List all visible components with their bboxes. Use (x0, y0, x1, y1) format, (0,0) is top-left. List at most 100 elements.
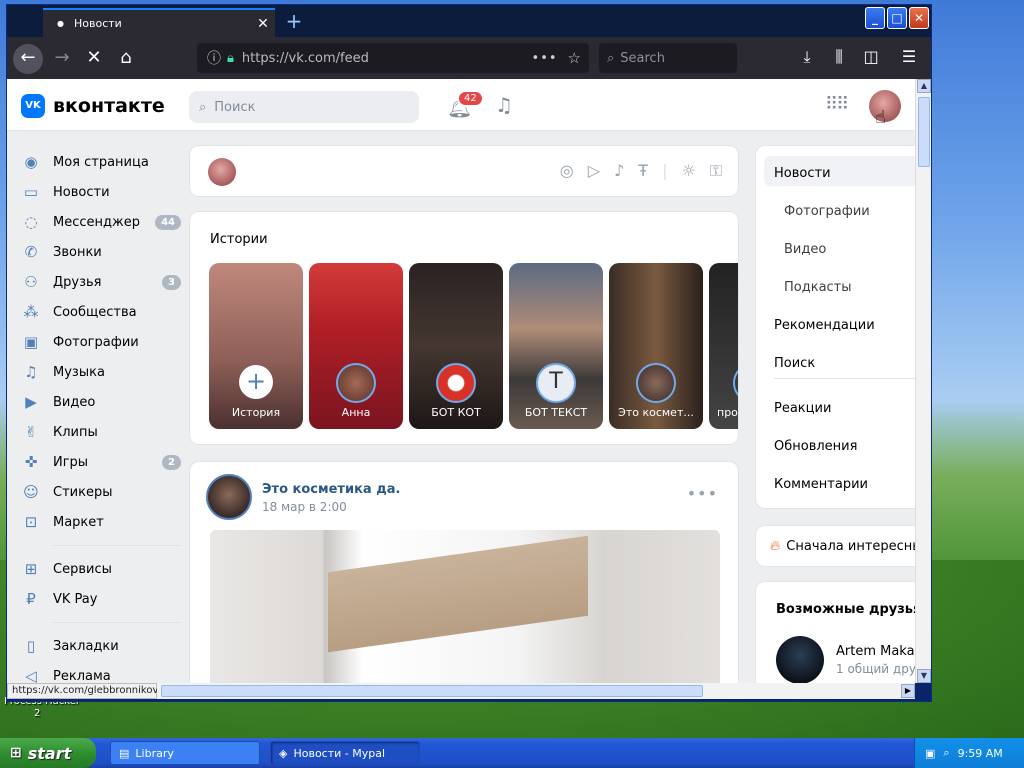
scroll-up-icon[interactable]: ▲ (917, 79, 931, 93)
sidebar-item[interactable]: ✌ Клипы (21, 417, 181, 447)
info-icon[interactable]: ⓘ (207, 48, 221, 68)
story-item[interactable]: БОТ КОТ (409, 263, 503, 429)
apps-grid-icon[interactable]: ⠿⠿ (825, 94, 849, 115)
story-item[interactable]: про (709, 263, 738, 429)
library-icon[interactable]: ⫼ (827, 47, 851, 67)
friend-mutual: 1 общий друг (836, 662, 915, 676)
sidebar-item[interactable]: ▯ Закладки (21, 631, 181, 661)
tray-search-icon[interactable]: ⌕ (943, 746, 949, 760)
feed-nav-item[interactable]: Комментарии (774, 477, 868, 492)
bookmark-star-icon[interactable]: ☆ (568, 49, 581, 67)
idea-icon[interactable]: ☼ (681, 161, 695, 181)
vk-logo[interactable]: VK вконтакте (21, 94, 165, 118)
sidebar-item[interactable]: ◌ Мессенджер 44 (21, 207, 181, 237)
vkpay-icon: ₽ (26, 590, 36, 608)
lock-icon[interactable]: ⚿ (710, 161, 722, 181)
browser-search-input[interactable]: ⌕ Search (599, 43, 737, 73)
feed-nav-item[interactable]: Обновления (774, 439, 857, 454)
sidebar-item[interactable]: ⁂ Сообщества (21, 297, 181, 327)
minimize-button[interactable]: _ (865, 7, 885, 29)
feed-nav-item[interactable]: Фотографии (784, 204, 870, 219)
music-icon[interactable]: ♪ (614, 161, 624, 181)
post-author[interactable]: Это косметика да. (262, 482, 400, 497)
sidebar-item[interactable]: ◉ Моя страница (21, 147, 181, 177)
scroll-down-icon[interactable]: ▼ (917, 669, 931, 683)
composer-avatar (208, 158, 236, 186)
message-icon: ◌ (24, 213, 38, 231)
sidebar-item[interactable]: ⚇ Друзья 3 (21, 267, 181, 297)
composer-icons: ◎ ▷ ♪ Ŧ | ☼ ⚿ (560, 161, 722, 181)
tray-app-icon[interactable]: ▣ (925, 747, 935, 760)
mypal-app-icon: ◈ (279, 746, 288, 760)
sidebar-item[interactable]: ₽ VK Pay (21, 584, 181, 614)
sidebar-item[interactable]: ✜ Игры 2 (21, 447, 181, 477)
story-item[interactable]: T БОТ ТЕКСТ (509, 263, 603, 429)
status-url: https://vk.com/glebbronnikov (7, 683, 158, 699)
feed-nav-item[interactable]: Поиск (774, 356, 815, 371)
sidebar-item[interactable]: ◁ Реклама (21, 661, 181, 683)
home-button[interactable]: ⌂ (111, 44, 141, 74)
close-window-button[interactable]: ✕ (909, 7, 929, 29)
story-item[interactable]: Это космет... (609, 263, 703, 429)
vk-search-input[interactable]: ⌕ Поиск (189, 91, 419, 123)
vertical-scrollbar[interactable]: ▲ ▼ (915, 79, 931, 683)
feed-post: Это косметика да. 18 мар в 2:00 ••• (189, 461, 739, 683)
text-icon[interactable]: Ŧ (638, 161, 648, 181)
menu-icon[interactable]: ☰ (897, 47, 921, 66)
feed-nav-item[interactable]: Рекомендации (774, 318, 875, 333)
sidebar-item[interactable]: ▭ Новости (21, 177, 181, 207)
post-author-avatar[interactable] (206, 474, 252, 520)
sidebar-item[interactable]: ♫ Музыка (21, 357, 181, 387)
horizontal-scrollbar[interactable]: ▶ (157, 683, 915, 699)
feed-nav-item[interactable]: Видео (784, 242, 826, 257)
task-library[interactable]: ▤ Library (110, 741, 260, 765)
sidebar-item-label: Маркет (53, 514, 104, 530)
forward-button[interactable]: → (47, 44, 77, 74)
left-sidebar: ◉ Моя страница ▭ Новости ◌ Мессенджер 44 ✆ Звонк… (21, 147, 181, 683)
stop-button[interactable]: ✕ (79, 44, 109, 74)
sidebar-item[interactable]: ▣ Фотографии (21, 327, 181, 357)
start-button[interactable]: ⊞ start (0, 738, 96, 768)
friend-name[interactable]: Artem Makare (836, 644, 915, 659)
post-menu-icon[interactable]: ••• (687, 484, 718, 503)
camera-icon[interactable]: ◎ (560, 161, 574, 181)
feed-nav-item[interactable]: Подкасты (784, 280, 852, 295)
sidebar-item[interactable]: ▶ Видео (21, 387, 181, 417)
tab-news[interactable]: ● Новости ✕ (43, 8, 275, 37)
sidebar-item[interactable]: ☺ Стикеры (21, 477, 181, 507)
possible-friends-heading: Возможные друзья (776, 602, 915, 617)
friend-avatar[interactable] (776, 636, 824, 683)
lock-icon[interactable]: 🔒︎ (227, 51, 234, 66)
task-mypal[interactable]: ◈ Новости - Mypal (270, 741, 420, 765)
story-avatar (336, 363, 376, 403)
stories-heading: Истории (210, 232, 268, 247)
post-date[interactable]: 18 мар в 2:00 (262, 500, 347, 514)
story-item[interactable]: + История (209, 263, 303, 429)
maximize-button[interactable]: □ (887, 7, 907, 29)
music-player-icon[interactable]: ♫ (495, 93, 513, 117)
story-item[interactable]: Анна (309, 263, 403, 429)
sidebar-item-label: Стикеры (53, 484, 113, 500)
tab-close-icon[interactable]: ✕ (251, 16, 275, 32)
url-bar[interactable]: ⓘ 🔒︎ https://vk.com /feed ••• ☆ (197, 43, 589, 73)
sidebar-item[interactable]: ✆ Звонки (21, 237, 181, 267)
page-actions-icon[interactable]: ••• (532, 51, 558, 66)
post-composer[interactable]: ◎ ▷ ♪ Ŧ | ☼ ⚿ (189, 145, 739, 197)
back-button[interactable]: ← (13, 44, 43, 74)
downloads-icon[interactable]: ⤓ (795, 47, 819, 67)
right-feed-nav: Новости Фотографии Видео Подкасты Рекомендац… (755, 145, 915, 509)
interesting-first-toggle[interactable]: 🔥︎ Сначала интересные (755, 525, 915, 567)
sidebar-item[interactable]: ⊡ Маркет (21, 507, 181, 537)
new-tab-button[interactable]: + (281, 10, 307, 34)
hscroll-thumb[interactable] (161, 685, 703, 697)
feed-nav-item[interactable]: Новости (774, 166, 831, 181)
scroll-thumb[interactable] (918, 97, 930, 167)
sidebar-toggle-icon[interactable]: ◫ (859, 47, 883, 66)
sidebar-item[interactable]: ⊞ Сервисы (21, 554, 181, 584)
video-icon[interactable]: ▷ (588, 161, 600, 181)
video-icon: ▶ (25, 393, 37, 411)
add-story-icon[interactable]: + (239, 365, 273, 399)
scroll-right-icon[interactable]: ▶ (901, 684, 915, 698)
desktop-icon-label-2[interactable]: 2 (34, 708, 40, 719)
feed-nav-item[interactable]: Реакции (774, 401, 831, 416)
